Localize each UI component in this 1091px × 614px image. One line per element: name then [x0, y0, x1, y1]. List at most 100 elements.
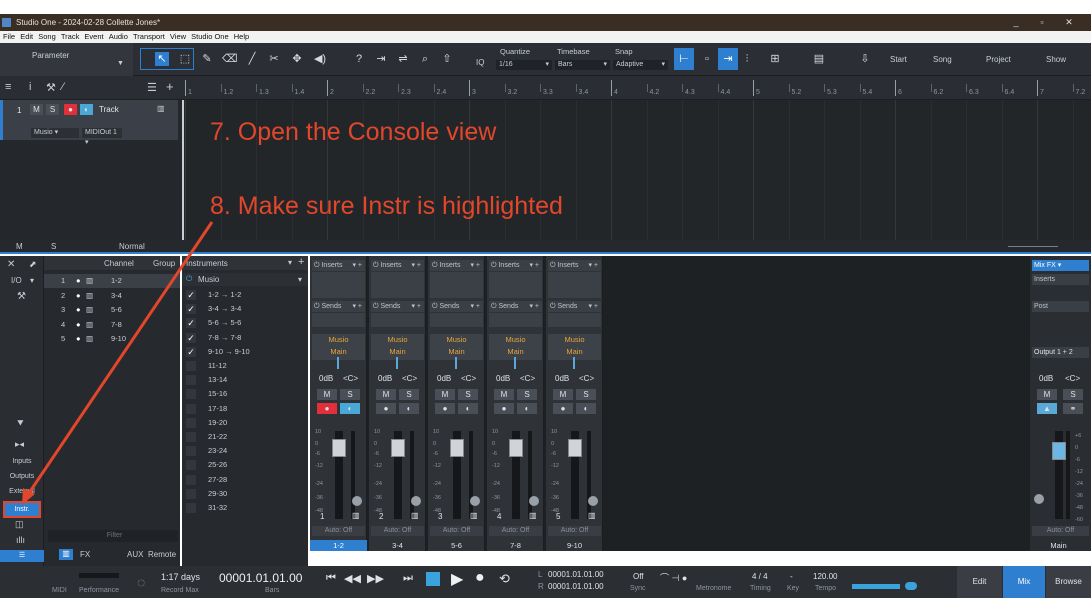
- main-automation[interactable]: Auto: Off: [1032, 526, 1089, 536]
- instrument-checkbox[interactable]: [186, 503, 196, 513]
- export-icon[interactable]: ⇩: [858, 52, 872, 66]
- record-arm-button[interactable]: ●: [435, 403, 455, 414]
- monitor-button[interactable]: ◐: [576, 403, 596, 414]
- monitor-button[interactable]: ◐: [458, 403, 478, 414]
- instrument-checkbox[interactable]: [186, 417, 196, 428]
- instrument-checkbox[interactable]: ✓: [186, 290, 196, 300]
- tools-icon[interactable]: ⚒: [17, 291, 26, 302]
- mute-button[interactable]: M: [317, 389, 337, 400]
- track-row[interactable]: 1 M S ● ◐ Track ▥ Musio ▾ MIDIOut 1 ▾: [0, 100, 178, 146]
- sync-value[interactable]: Off: [633, 572, 644, 581]
- tools-icon[interactable]: ⚒: [46, 81, 56, 94]
- insert-slot[interactable]: [548, 272, 601, 298]
- main-mute-button[interactable]: M: [1037, 389, 1057, 400]
- channel-row[interactable]: 1 ● ▥ 1-2: [44, 274, 180, 288]
- mute-button[interactable]: M: [553, 389, 573, 400]
- main-pan-knob[interactable]: [1034, 494, 1044, 504]
- eraser-tool-icon[interactable]: ⌫: [222, 52, 238, 66]
- channel-row[interactable]: 3 ● ▥ 5-6: [44, 303, 180, 317]
- track-output-select[interactable]: MIDIOut 1 ▾: [82, 128, 122, 146]
- close-button[interactable]: ✕: [1055, 14, 1083, 31]
- fast-forward-icon[interactable]: ▶▶: [367, 572, 384, 585]
- visible-dot-icon[interactable]: ●: [76, 303, 81, 317]
- automation-icon[interactable]: ⁄: [62, 81, 64, 93]
- menu-edit[interactable]: Edit: [17, 31, 33, 43]
- tempo-value[interactable]: 120.00: [813, 572, 837, 581]
- instrument-checkbox[interactable]: ✓: [186, 332, 196, 343]
- menu-studio-one[interactable]: Studio One: [188, 31, 229, 43]
- instrument-checkbox[interactable]: [186, 446, 196, 457]
- instrument-row[interactable]: 15-16: [182, 387, 308, 401]
- instrument-row[interactable]: ✓ 5-6 → 5-6: [182, 316, 308, 330]
- automation-mode[interactable]: Auto: Off: [430, 526, 483, 536]
- sends-header[interactable]: ⏻ Sends ▾ +: [430, 301, 483, 312]
- record-arm-button[interactable]: ●: [494, 403, 514, 414]
- io-button[interactable]: I/O: [11, 276, 22, 285]
- help-icon[interactable]: ?: [352, 52, 366, 66]
- aux-button[interactable]: AUX: [127, 550, 143, 559]
- save-icon[interactable]: ▤: [812, 52, 826, 66]
- snap-loop-icon[interactable]: ⫶: [740, 52, 754, 66]
- remote-button[interactable]: Remote: [148, 550, 176, 559]
- instrument-row[interactable]: 31-32: [182, 501, 308, 515]
- main-pan[interactable]: <C>: [1065, 374, 1080, 383]
- track-name[interactable]: Track: [99, 105, 119, 114]
- key-value[interactable]: -: [790, 572, 793, 581]
- inserts-header[interactable]: ⏻ Inserts ▾ +: [312, 260, 365, 271]
- pan-knob[interactable]: [529, 496, 539, 506]
- send-slot[interactable]: [430, 313, 483, 327]
- monitor-button[interactable]: ◐: [399, 403, 419, 414]
- pan-knob[interactable]: [588, 496, 598, 506]
- range-tool-icon[interactable]: ⬚: [178, 52, 192, 66]
- instrument-checkbox[interactable]: ✓: [186, 346, 196, 357]
- instrument-row[interactable]: 19-20: [182, 416, 308, 430]
- add-insert-icon[interactable]: ▾ +: [470, 260, 480, 271]
- browse-button[interactable]: Browse: [1046, 566, 1091, 598]
- insert-slot[interactable]: [371, 272, 424, 298]
- list-icon[interactable]: ☰: [147, 81, 157, 94]
- solo-button[interactable]: S: [517, 389, 537, 400]
- loop-left-value[interactable]: 00001.01.01.00: [548, 570, 604, 579]
- automation-mode[interactable]: Auto: Off: [489, 526, 542, 536]
- pan-readout[interactable]: <C>: [520, 374, 535, 383]
- autoscroll-icon[interactable]: ⇥: [374, 52, 388, 66]
- instrument-row[interactable]: 29-30: [182, 487, 308, 501]
- sends-header[interactable]: ⏻ Sends ▾ +: [548, 301, 601, 312]
- play-icon[interactable]: ▶: [451, 569, 463, 589]
- instrument-row[interactable]: 23-24: [182, 444, 308, 458]
- outputs-button[interactable]: Outputs: [0, 470, 44, 484]
- link-icon[interactable]: ⇌: [396, 52, 410, 66]
- instrument-row[interactable]: ✓ 3-4 → 3-4: [182, 302, 308, 316]
- add-insert-icon[interactable]: ▾ +: [529, 260, 539, 271]
- record-arm-button[interactable]: ●: [317, 403, 337, 414]
- add-instrument-icon[interactable]: +: [298, 256, 304, 268]
- automation-mode[interactable]: Auto: Off: [548, 526, 601, 536]
- minimize-button[interactable]: _: [1002, 14, 1030, 31]
- instrument-row[interactable]: ✓ 1-2 → 1-2: [182, 288, 308, 302]
- add-send-icon[interactable]: ▾ +: [411, 301, 421, 312]
- solo-button[interactable]: S: [399, 389, 419, 400]
- monitor-button[interactable]: ◐: [517, 403, 537, 414]
- instrument-row[interactable]: ✓ 9-10 → 9-10: [182, 345, 308, 359]
- instrument-checkbox[interactable]: [186, 432, 196, 442]
- listen-tool-icon[interactable]: ◀): [313, 52, 327, 66]
- inserts-header[interactable]: ⏻ Inserts ▾ +: [371, 260, 424, 271]
- mix-fx-header[interactable]: Mix FX ▾: [1032, 260, 1089, 271]
- menu-song[interactable]: Song: [35, 31, 56, 43]
- instrument-device[interactable]: ⏻ Musio ▾: [182, 273, 308, 286]
- channel-row[interactable]: 5 ● ▥ 9-10: [44, 332, 180, 346]
- menu-transport[interactable]: Transport: [130, 31, 165, 43]
- record-arm-button[interactable]: ●: [376, 403, 396, 414]
- add-insert-icon[interactable]: ▾ +: [411, 260, 421, 271]
- zoom-icon[interactable]: ⌕: [418, 52, 432, 66]
- volume-readout[interactable]: 0dB: [496, 374, 510, 383]
- external-button[interactable]: External: [0, 485, 44, 499]
- visible-dot-icon[interactable]: ●: [76, 274, 81, 288]
- instrument-checkbox[interactable]: [186, 403, 196, 414]
- split-tool-icon[interactable]: ✂: [267, 52, 281, 66]
- fader-cap[interactable]: [332, 439, 346, 457]
- instrument-row[interactable]: 13-14: [182, 373, 308, 387]
- visible-dot-icon[interactable]: ●: [76, 332, 81, 346]
- record-arm-button[interactable]: ●: [64, 104, 77, 115]
- send-slot[interactable]: [371, 313, 424, 327]
